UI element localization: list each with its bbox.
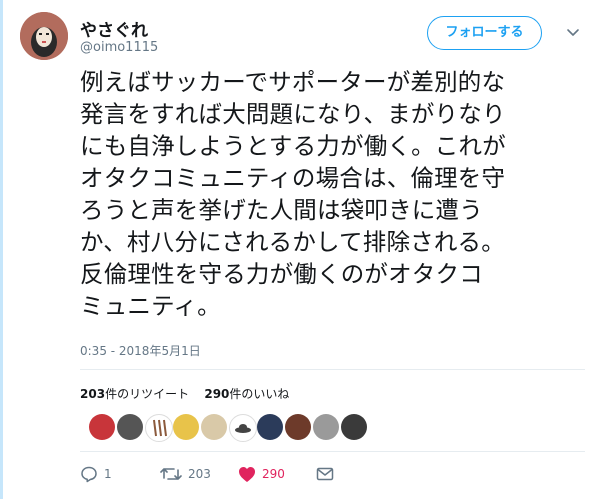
reply-icon <box>81 466 97 483</box>
retweet-stat-count: 203 <box>80 387 106 401</box>
like-stat-count: 290 <box>204 387 230 401</box>
tweet-text: 例えばサッカーでサポーターが差別的な 発言をすれば大問題になり、まがりなり にも… <box>80 66 585 322</box>
tweet-line: オタクコミュニティの場合は、倫理を守 <box>80 164 506 192</box>
retweet-icon <box>160 468 182 480</box>
reply-count: 1 <box>104 467 112 481</box>
liker-avatar[interactable] <box>341 414 367 440</box>
display-name[interactable]: やさぐれ <box>80 16 148 41</box>
avatar[interactable] <box>20 12 68 60</box>
message-button[interactable] <box>316 462 334 486</box>
tweet-stats: 203件のリツイート 290件のいいね <box>80 385 289 402</box>
chevron-down-icon[interactable] <box>565 25 581 41</box>
like-count: 290 <box>262 467 285 481</box>
liker-avatar[interactable] <box>117 414 143 440</box>
tweet-line: ミュニティ。 <box>80 292 221 320</box>
tweet-line: にも自浄しようとする力が働く。これが <box>80 132 506 160</box>
retweet-stat[interactable]: 203件のリツイート <box>80 387 189 401</box>
liker-avatar[interactable] <box>173 414 199 440</box>
tweet-line: か、村八分にされるかして排除される。 <box>80 228 505 256</box>
divider <box>80 369 585 370</box>
thread-bar <box>0 0 3 499</box>
tweet-line: ろうと声を挙げた人間は袋叩きに遭う <box>80 196 483 224</box>
heart-icon <box>239 466 255 482</box>
user-handle[interactable]: @oimo1115 <box>80 40 158 55</box>
retweet-count: 203 <box>188 467 211 481</box>
avatar-icon <box>20 12 68 60</box>
tweet-timestamp[interactable]: 0:35 - 2018年5月1日 <box>80 342 201 359</box>
retweet-stat-label: 件のリツイート <box>105 387 190 401</box>
liker-avatar[interactable] <box>313 414 339 440</box>
liker-avatar[interactable] <box>229 414 257 442</box>
divider <box>80 451 585 452</box>
retweet-button[interactable]: 203 <box>160 462 211 486</box>
like-stat[interactable]: 290件のいいね <box>204 387 289 401</box>
follow-button[interactable]: フォローする <box>427 16 542 50</box>
like-stat-label: 件のいいね <box>229 387 290 401</box>
liker-avatar[interactable] <box>257 414 283 440</box>
liker-avatar[interactable] <box>89 414 115 440</box>
tweet-line: 発言をすれば大問題になり、まがりなり <box>80 100 506 128</box>
liker-avatar[interactable] <box>285 414 311 440</box>
reply-button[interactable]: 1 <box>80 462 112 486</box>
tweet-actions: 1 203 290 <box>80 462 585 486</box>
tweet-line: 反倫理性を守る力が働くのがオタクコ <box>80 260 483 288</box>
liker-avatar[interactable] <box>145 414 173 442</box>
tweet-line: 例えばサッカーでサポーターが差別的な <box>80 68 506 96</box>
liker-avatar[interactable] <box>201 414 227 440</box>
like-button[interactable]: 290 <box>238 462 285 486</box>
envelope-icon <box>316 467 334 481</box>
